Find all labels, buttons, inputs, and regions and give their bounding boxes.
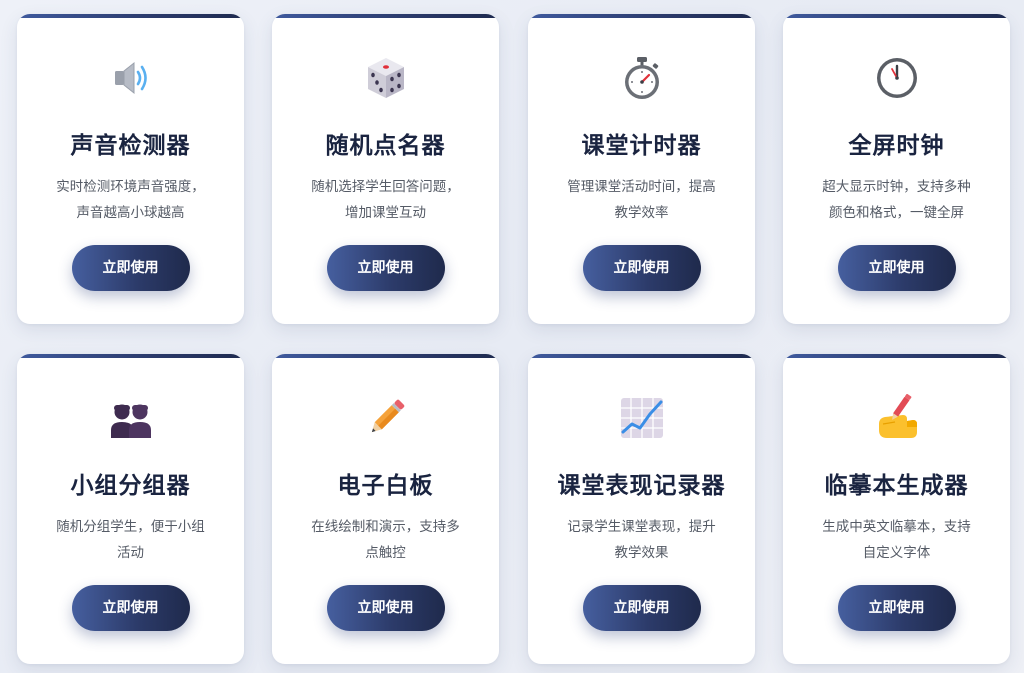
writing-hand-icon — [873, 394, 921, 442]
card-title: 小组分组器 — [70, 473, 191, 499]
tool-card-class-timer: 课堂计时器 管理课堂活动时间，提高 教学效率 立即使用 — [528, 14, 755, 324]
use-now-button[interactable]: 立即使用 — [837, 585, 956, 631]
tool-card-random-picker: 随机点名器 随机选择学生回答问题， 增加课堂互动 立即使用 — [272, 14, 499, 324]
card-description-line: 实时检测环境声音强度， — [56, 179, 205, 195]
card-title: 课堂计时器 — [581, 133, 702, 159]
card-description-line: 增加课堂互动 — [345, 205, 426, 221]
card-description-line: 随机分组学生，便于小组 — [56, 519, 205, 535]
tool-card-copybook-generator: 临摹本生成器 生成中英文临摹本，支持 自定义字体 立即使用 — [783, 354, 1010, 664]
card-description: 管理课堂活动时间，提高 教学效率 — [552, 174, 731, 226]
tool-card-whiteboard: 电子白板 在线绘制和演示，支持多 点触控 立即使用 — [272, 354, 499, 664]
card-description: 随机选择学生回答问题， 增加课堂互动 — [296, 174, 475, 226]
pencil-icon — [362, 394, 410, 442]
dice-icon — [362, 54, 410, 102]
card-title: 电子白板 — [337, 473, 434, 499]
card-title: 课堂表现记录器 — [557, 473, 726, 499]
card-description-line: 管理课堂活动时间，提高 — [567, 179, 716, 195]
use-now-button[interactable]: 立即使用 — [837, 245, 956, 291]
tool-card-sound-detector: 声音检测器 实时检测环境声音强度， 声音越高小球越高 立即使用 — [17, 14, 244, 324]
use-now-button[interactable]: 立即使用 — [582, 585, 701, 631]
card-title: 全屏时钟 — [848, 133, 945, 159]
card-title: 声音检测器 — [70, 133, 191, 159]
tool-grid: 声音检测器 实时检测环境声音强度， 声音越高小球越高 立即使用 随机点名器 随机… — [0, 0, 1024, 673]
use-now-button[interactable]: 立即使用 — [71, 245, 190, 291]
card-description-line: 颜色和格式，一键全屏 — [829, 205, 964, 221]
use-now-button[interactable]: 立即使用 — [71, 585, 190, 631]
card-title: 临摹本生成器 — [824, 473, 969, 499]
card-description-line: 生成中英文临摹本，支持 — [822, 519, 971, 535]
stopwatch-icon — [618, 54, 666, 102]
people-icon — [107, 394, 155, 442]
card-description: 生成中英文临摹本，支持 自定义字体 — [807, 514, 986, 566]
use-now-button[interactable]: 立即使用 — [582, 245, 701, 291]
card-description-line: 教学效果 — [614, 545, 669, 561]
tool-card-performance-recorder: 课堂表现记录器 记录学生课堂表现，提升 教学效果 立即使用 — [528, 354, 755, 664]
speaker-icon — [107, 54, 155, 102]
card-description: 超大显示时钟，支持多种 颜色和格式，一键全屏 — [807, 174, 986, 226]
chart-increasing-icon — [618, 394, 666, 442]
card-description-line: 教学效率 — [614, 205, 669, 221]
card-description-line: 随机选择学生回答问题， — [311, 179, 460, 195]
card-description-line: 点触控 — [365, 545, 406, 561]
card-description-line: 超大显示时钟，支持多种 — [822, 179, 971, 195]
card-description-line: 自定义字体 — [862, 545, 931, 561]
card-description-line: 记录学生课堂表现，提升 — [567, 519, 716, 535]
clock-icon — [873, 54, 921, 102]
card-description-line: 活动 — [117, 545, 144, 561]
card-description-line: 声音越高小球越高 — [76, 205, 185, 221]
use-now-button[interactable]: 立即使用 — [326, 245, 445, 291]
card-description-line: 在线绘制和演示，支持多 — [311, 519, 460, 535]
card-title: 随机点名器 — [325, 133, 446, 159]
tool-card-group-divider: 小组分组器 随机分组学生，便于小组 活动 立即使用 — [17, 354, 244, 664]
card-description: 实时检测环境声音强度， 声音越高小球越高 — [41, 174, 220, 226]
tool-card-fullscreen-clock: 全屏时钟 超大显示时钟，支持多种 颜色和格式，一键全屏 立即使用 — [783, 14, 1010, 324]
use-now-button[interactable]: 立即使用 — [326, 585, 445, 631]
card-description: 记录学生课堂表现，提升 教学效果 — [552, 514, 731, 566]
card-description: 随机分组学生，便于小组 活动 — [41, 514, 220, 566]
card-description: 在线绘制和演示，支持多 点触控 — [296, 514, 475, 566]
